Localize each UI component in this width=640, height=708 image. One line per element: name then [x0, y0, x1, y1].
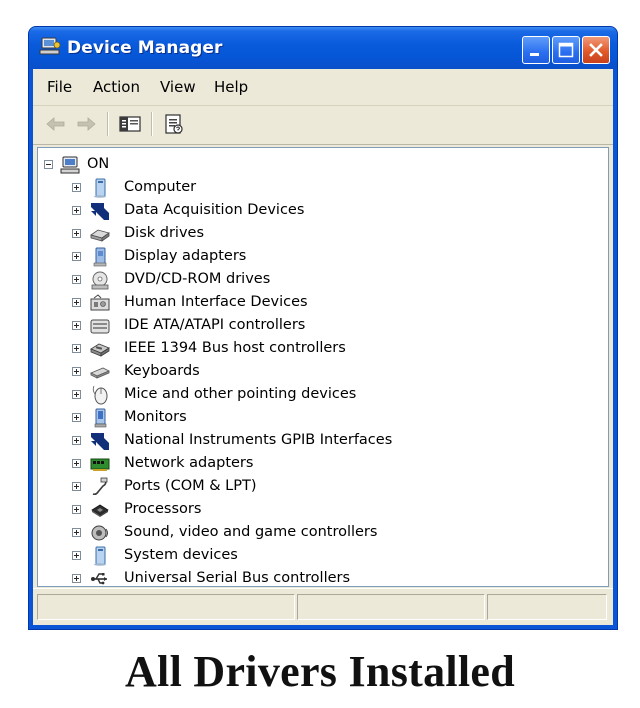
tree-item-label: IDE ATA/ATAPI controllers — [124, 317, 306, 333]
processor-icon — [90, 500, 110, 520]
expand-toggle[interactable] — [72, 206, 81, 215]
collapse-toggle[interactable] — [44, 160, 53, 169]
display-adapter-icon — [90, 247, 110, 267]
network-adapter-icon — [90, 454, 110, 474]
computer-icon — [90, 178, 110, 198]
back-button[interactable] — [43, 112, 69, 136]
menu-help[interactable]: Help — [214, 78, 248, 96]
expand-toggle[interactable] — [72, 574, 81, 583]
expand-toggle[interactable] — [72, 551, 81, 560]
national-instruments-icon — [90, 431, 110, 451]
tree-item-label: Ports (COM & LPT) — [124, 478, 257, 494]
tree-item-label: Monitors — [124, 409, 187, 425]
expand-toggle[interactable] — [72, 275, 81, 284]
expand-toggle[interactable] — [72, 321, 81, 330]
tree-item-label: DVD/CD-ROM drives — [124, 271, 271, 287]
computer-icon — [60, 155, 80, 175]
status-pane — [297, 594, 485, 620]
tree-item-label: Sound, video and game controllers — [124, 524, 378, 540]
device-manager-window: Device Manager File Action View Help ON … — [28, 26, 618, 630]
expand-toggle[interactable] — [72, 229, 81, 238]
expand-toggle[interactable] — [72, 413, 81, 422]
show-hide-console-tree-button[interactable] — [117, 112, 143, 136]
tree-item-label: IEEE 1394 Bus host controllers — [124, 340, 346, 356]
monitor-icon — [90, 408, 110, 428]
menu-bar: File Action View Help — [33, 69, 613, 106]
national-instruments-icon — [90, 201, 110, 221]
expand-toggle[interactable] — [72, 298, 81, 307]
toolbar-separator — [151, 112, 153, 136]
tree-item-label: Mice and other pointing devices — [124, 386, 357, 402]
menu-file[interactable]: File — [47, 78, 72, 96]
status-pane — [37, 594, 295, 620]
tree-item-label: Network adapters — [124, 455, 254, 471]
firewire-icon — [90, 339, 110, 359]
properties-icon — [165, 114, 183, 134]
title-bar[interactable]: Device Manager — [29, 27, 617, 69]
mouse-icon — [90, 385, 110, 405]
expand-toggle[interactable] — [72, 390, 81, 399]
status-pane — [487, 594, 607, 620]
sound-icon — [90, 523, 110, 543]
tree-item-label: Computer — [124, 179, 197, 195]
minimize-icon — [530, 53, 539, 56]
device-tree[interactable]: ON Computer Data Acquisition Devices Dis… — [37, 147, 609, 587]
tree-item-label: Disk drives — [124, 225, 205, 241]
expand-toggle[interactable] — [72, 436, 81, 445]
tree-item-label: Display adapters — [124, 248, 247, 264]
maximize-button[interactable] — [552, 36, 580, 64]
expand-toggle[interactable] — [72, 252, 81, 261]
tree-item-label: National Instruments GPIB Interfaces — [124, 432, 393, 448]
keyboard-icon — [90, 362, 110, 382]
window-client-area: File Action View Help ON Computer Data A… — [33, 69, 613, 625]
system-device-icon — [90, 546, 110, 566]
expand-toggle[interactable] — [72, 482, 81, 491]
menu-action[interactable]: Action — [93, 78, 140, 96]
show-hide-console-tree-icon — [119, 116, 141, 132]
back-arrow-icon — [46, 117, 65, 131]
toolbar — [33, 106, 613, 145]
tree-item-label: Keyboards — [124, 363, 200, 379]
port-icon — [90, 477, 110, 497]
close-icon — [589, 43, 603, 57]
image-caption: All Drivers Installed — [124, 647, 516, 696]
usb-icon — [90, 569, 110, 586]
expand-toggle[interactable] — [72, 528, 81, 537]
expand-toggle[interactable] — [72, 183, 81, 192]
disk-drive-icon — [90, 224, 110, 244]
maximize-icon — [558, 42, 574, 58]
tree-item-label: Universal Serial Bus controllers — [124, 570, 351, 586]
toolbar-separator — [107, 112, 109, 136]
expand-toggle[interactable] — [72, 367, 81, 376]
minimize-button[interactable] — [522, 36, 550, 64]
hid-icon — [90, 293, 110, 313]
expand-toggle[interactable] — [72, 344, 81, 353]
forward-button[interactable] — [73, 112, 99, 136]
window-title: Device Manager — [67, 38, 223, 58]
ide-controller-icon — [90, 316, 110, 336]
status-bar — [33, 588, 613, 625]
computer-manage-icon — [39, 37, 61, 57]
tree-item-label: Processors — [124, 501, 202, 517]
expand-toggle[interactable] — [72, 505, 81, 514]
tree-item-label: Human Interface Devices — [124, 294, 308, 310]
close-button[interactable] — [582, 36, 610, 64]
cd-drive-icon — [90, 270, 110, 290]
expand-toggle[interactable] — [72, 459, 81, 468]
tree-item-label: Data Acquisition Devices — [124, 202, 305, 218]
menu-view[interactable]: View — [160, 78, 196, 96]
tree-root-label: ON — [87, 156, 110, 172]
forward-arrow-icon — [77, 117, 96, 131]
properties-button[interactable] — [161, 112, 187, 136]
tree-item-label: System devices — [124, 547, 238, 563]
